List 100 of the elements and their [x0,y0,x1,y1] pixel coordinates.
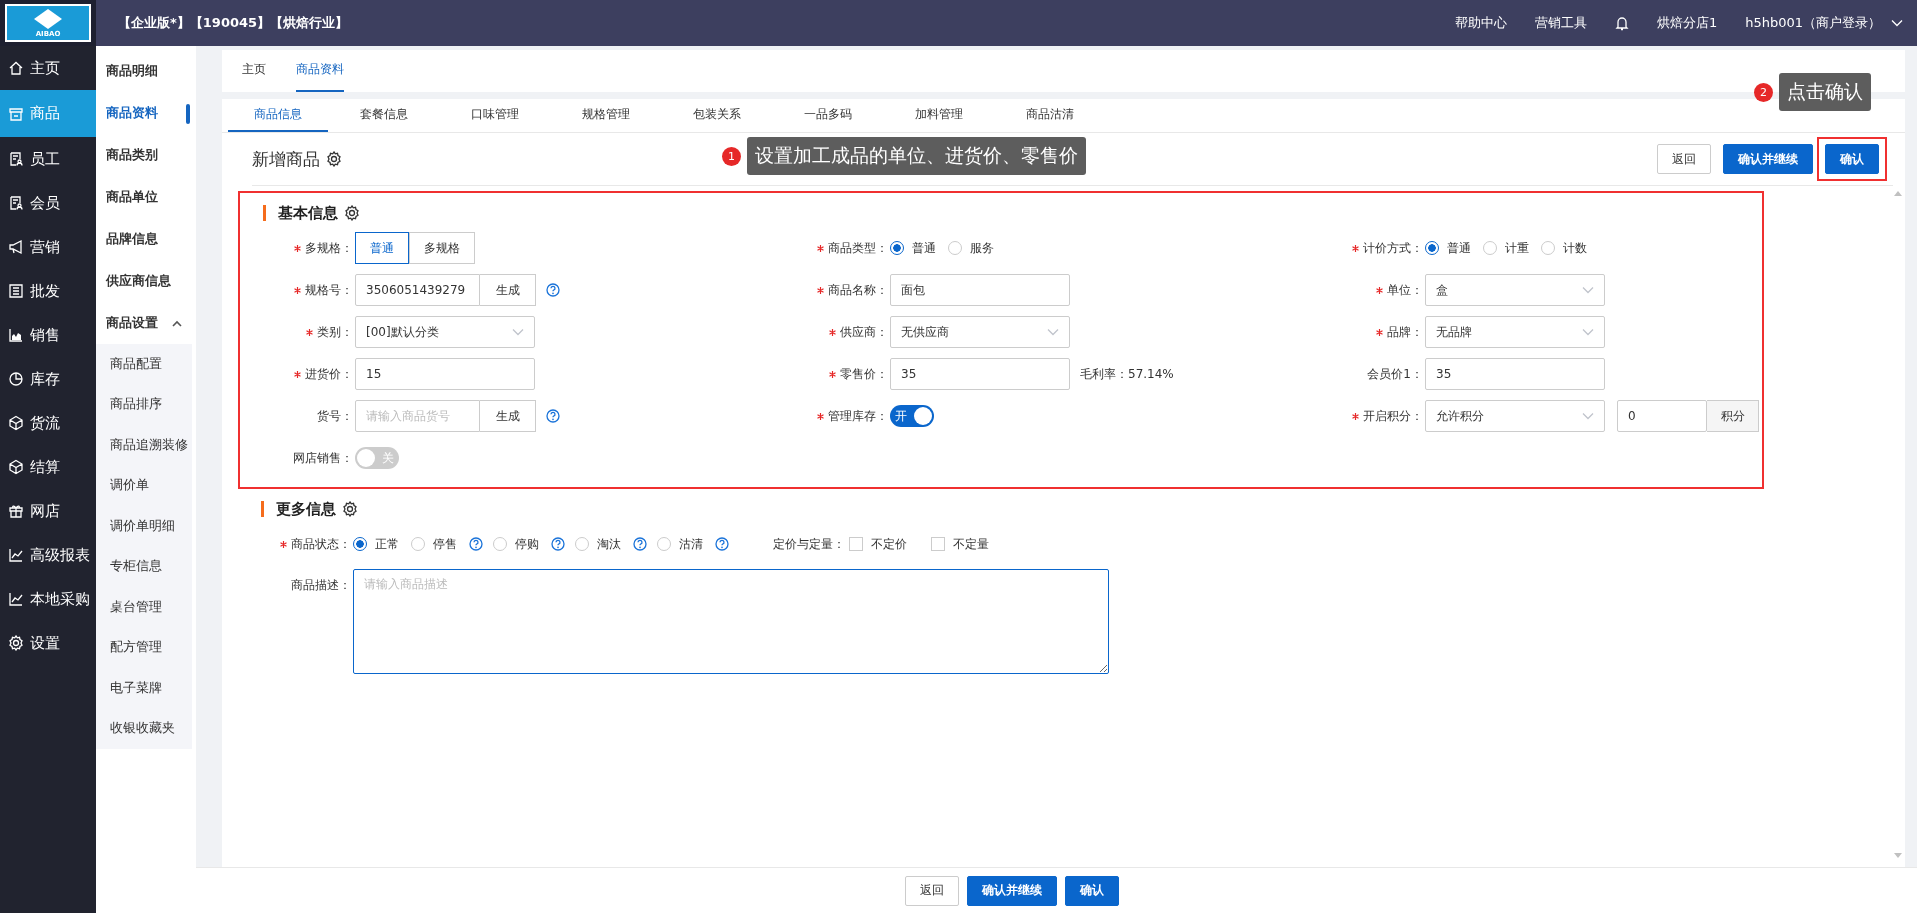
radio-option[interactable]: 淘汰 [575,535,621,553]
tab[interactable]: 一品多码 [772,99,883,132]
radio-option[interactable]: 停购 [493,535,539,553]
store-name[interactable]: 烘焙分店1 [1656,14,1718,32]
header-link[interactable]: 营销工具 [1534,14,1587,32]
option-label: 正常 [375,535,399,553]
select-value: 无供应商 [901,323,949,341]
radio-button[interactable] [353,537,367,551]
submenu-item[interactable]: 桌台管理 [96,587,192,628]
select-field[interactable]: 无品牌 [1425,316,1605,348]
submenu-item[interactable]: 专柜信息 [96,546,192,587]
tab[interactable]: 加料管理 [883,99,994,132]
description-field[interactable]: 请输入商品描述 [353,569,1109,674]
nav-item[interactable]: 网店 [0,489,96,533]
submenu-item[interactable]: 商品类别 [96,134,196,176]
tab[interactable]: 套餐信息 [328,99,439,132]
nav-item[interactable]: 会员 [0,181,96,225]
generate-button[interactable]: 生成 [480,274,536,306]
submenu-item[interactable]: 调价单明细 [96,506,192,547]
submenu-item[interactable]: 商品配置 [96,344,192,385]
bar-chart-icon [8,327,24,343]
tab[interactable]: 口味管理 [439,99,550,132]
chevron-down-icon [1047,328,1059,336]
submenu-item[interactable]: 商品追溯装修 [96,425,192,466]
tab[interactable]: 商品沽清 [994,99,1105,132]
tab[interactable]: 包装关系 [661,99,772,132]
nav-item[interactable]: 员工 [0,137,96,181]
nav-item[interactable]: 主页 [0,46,96,90]
back-button[interactable]: 返回 [904,875,959,906]
submenu-item[interactable]: 收银收藏夹 [96,708,192,749]
input-field[interactable]: 15 [355,358,535,390]
submenu-item[interactable]: 商品单位 [96,176,196,218]
nav-item[interactable]: 营销 [0,225,96,269]
radio-button[interactable] [890,241,904,255]
radio-option[interactable]: 计数 [1541,239,1587,257]
segment-button[interactable]: 多规格 [409,232,475,264]
field-label: 商品状态： [291,535,351,553]
nav-item[interactable]: 销售 [0,313,96,357]
select-field[interactable]: [00]默认分类 [355,316,535,348]
document-person-icon [8,151,24,167]
select-field[interactable]: 盒 [1425,274,1605,306]
page-tab[interactable]: 商品资料 [296,61,344,92]
select-field[interactable]: 无供应商 [890,316,1070,348]
submenu-item[interactable]: 商品资料 [96,92,196,134]
toggle-switch[interactable]: 开 [890,405,934,427]
bell-icon[interactable] [1614,15,1629,31]
input-field[interactable]: 3506051439279 [355,274,480,306]
submenu-item[interactable]: 商品明细 [96,50,196,92]
field-label: 管理库存： [828,407,888,425]
nav-item[interactable]: 批发 [0,269,96,313]
radio-option[interactable]: 停售 [411,535,457,553]
switch-knob [357,449,375,467]
submenu-item[interactable]: 商品设置 [96,302,196,344]
page-title: 新增商品 [252,147,320,171]
radio-option[interactable]: 沽清 [657,535,703,553]
submenu-item[interactable]: 供应商信息 [96,260,196,302]
submenu-item[interactable]: 品牌信息 [96,218,196,260]
checkbox-option[interactable]: 不定量 [931,535,989,553]
input-field[interactable]: 请输入商品货号 [355,400,480,432]
generate-button[interactable]: 生成 [480,400,536,432]
radio-option[interactable]: 普通 [1425,239,1471,257]
edition-tag: 【190045】 [189,14,271,32]
nav-item[interactable]: 设置 [0,621,96,665]
tab[interactable]: 规格管理 [550,99,661,132]
tab[interactable]: 商品信息 [228,99,328,132]
checkbox-option[interactable]: 不定价 [849,535,907,553]
primary-button[interactable]: 确认 [1064,875,1119,906]
nav-item[interactable]: 结算 [0,445,96,489]
radio-option[interactable]: 计重 [1483,239,1529,257]
submenu-item[interactable]: 调价单 [96,465,192,506]
input-field[interactable]: 面包 [890,274,1070,306]
submenu-item[interactable]: 电子菜牌 [96,668,192,709]
checkbox[interactable] [931,537,945,551]
back-button[interactable]: 返回 [1657,144,1711,174]
page-tab[interactable]: 主页 [242,61,266,92]
header-link[interactable]: 帮助中心 [1454,14,1507,32]
primary-button[interactable]: 确认 [1825,144,1879,174]
radio-button[interactable] [1425,241,1439,255]
segment-button[interactable]: 普通 [355,232,409,264]
nav-item[interactable]: 货流 [0,401,96,445]
primary-button[interactable]: 确认并继续 [1723,144,1813,174]
radio-option[interactable]: 普通 [890,239,936,257]
settings-icon [8,635,24,651]
radio-option[interactable]: 正常 [353,535,399,553]
input-field[interactable]: 0 [1617,400,1707,432]
chevron-down-icon [1582,328,1594,336]
submenu-item[interactable]: 配方管理 [96,627,192,668]
edition-tag: 【烘焙行业】 [270,14,349,32]
select-field[interactable]: 允许积分 [1425,400,1605,432]
input-field[interactable]: 35 [1425,358,1605,390]
nav-item[interactable]: 库存 [0,357,96,401]
submenu-item[interactable]: 商品排序 [96,384,192,425]
option-label: 停售 [433,535,457,553]
select-value: 无品牌 [1436,323,1472,341]
nav-item[interactable]: 本地采购 [0,577,96,621]
primary-button[interactable]: 确认并继续 [966,875,1057,906]
nav-item[interactable]: 高级报表 [0,533,96,577]
input-field[interactable]: 35 [890,358,1070,390]
radio-option[interactable]: 服务 [948,239,994,257]
checkbox[interactable] [849,537,863,551]
